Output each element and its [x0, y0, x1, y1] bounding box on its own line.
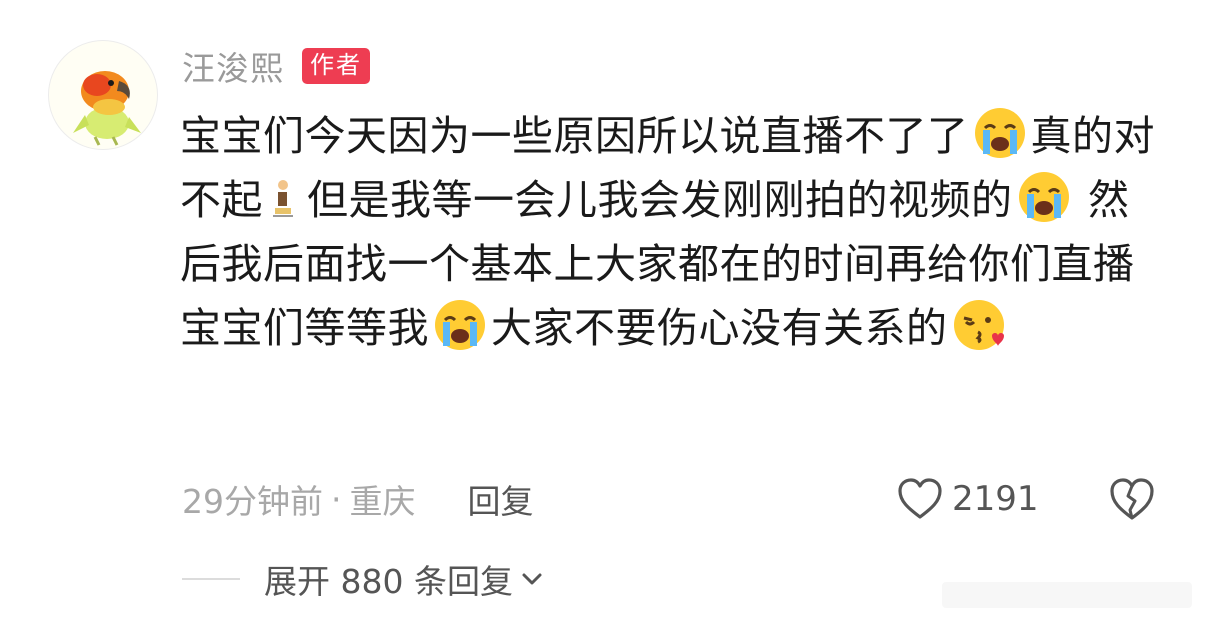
- person-kneeling-icon: [269, 174, 295, 217]
- broken-heart-icon: [1110, 478, 1154, 520]
- divider-line: [182, 578, 240, 580]
- expand-replies-label: 展开 880 条回复: [264, 562, 513, 601]
- like-button[interactable]: 2191: [896, 476, 1039, 522]
- comment-text-part: 宝宝们今天因为一些原因所以说直播不了了: [180, 112, 969, 160]
- loudly-crying-face-icon: [973, 106, 1027, 160]
- dislike-button[interactable]: [1108, 476, 1156, 522]
- username[interactable]: 汪浚熙: [182, 42, 284, 90]
- avatar[interactable]: [48, 40, 158, 150]
- heart-outline-icon: [898, 478, 942, 519]
- meta-separator: ·: [331, 479, 342, 519]
- author-badge: 作者: [302, 48, 370, 84]
- comment-location: 重庆: [349, 482, 416, 521]
- parrot-avatar-icon: [73, 71, 141, 146]
- loudly-crying-face-icon: [1017, 170, 1071, 224]
- like-count: 2191: [952, 479, 1039, 519]
- comment-text-part: 大家不要伤心没有关系的: [491, 304, 948, 352]
- chevron-down-icon: [522, 573, 542, 585]
- comment-time: 29分钟前: [182, 482, 323, 521]
- reply-button[interactable]: 回复: [468, 475, 534, 523]
- comment-header: 汪浚熙 作者: [182, 44, 370, 88]
- watermark: [942, 578, 1192, 614]
- loudly-crying-face-icon: [433, 298, 487, 352]
- face-blowing-kiss-icon: [952, 298, 1006, 352]
- expand-replies-button[interactable]: 展开 880 条回复: [264, 555, 543, 603]
- comment-meta: 29分钟前 · 重庆 回复: [182, 476, 534, 522]
- comment-text: 宝宝们今天因为一些原因所以说直播不了了 真的对不起 但是我等一会儿我会发刚刚拍的视频…: [180, 104, 1155, 360]
- expand-replies: 展开 880 条回复: [182, 556, 543, 602]
- comment-text-part: 但是我等一会儿我会发刚刚拍的视频的: [307, 176, 1013, 224]
- comment-item: 汪浚熙 作者 宝宝们今天因为一些原因所以说直播不了了 真的对不起 但是我等一会儿我会…: [0, 0, 1206, 624]
